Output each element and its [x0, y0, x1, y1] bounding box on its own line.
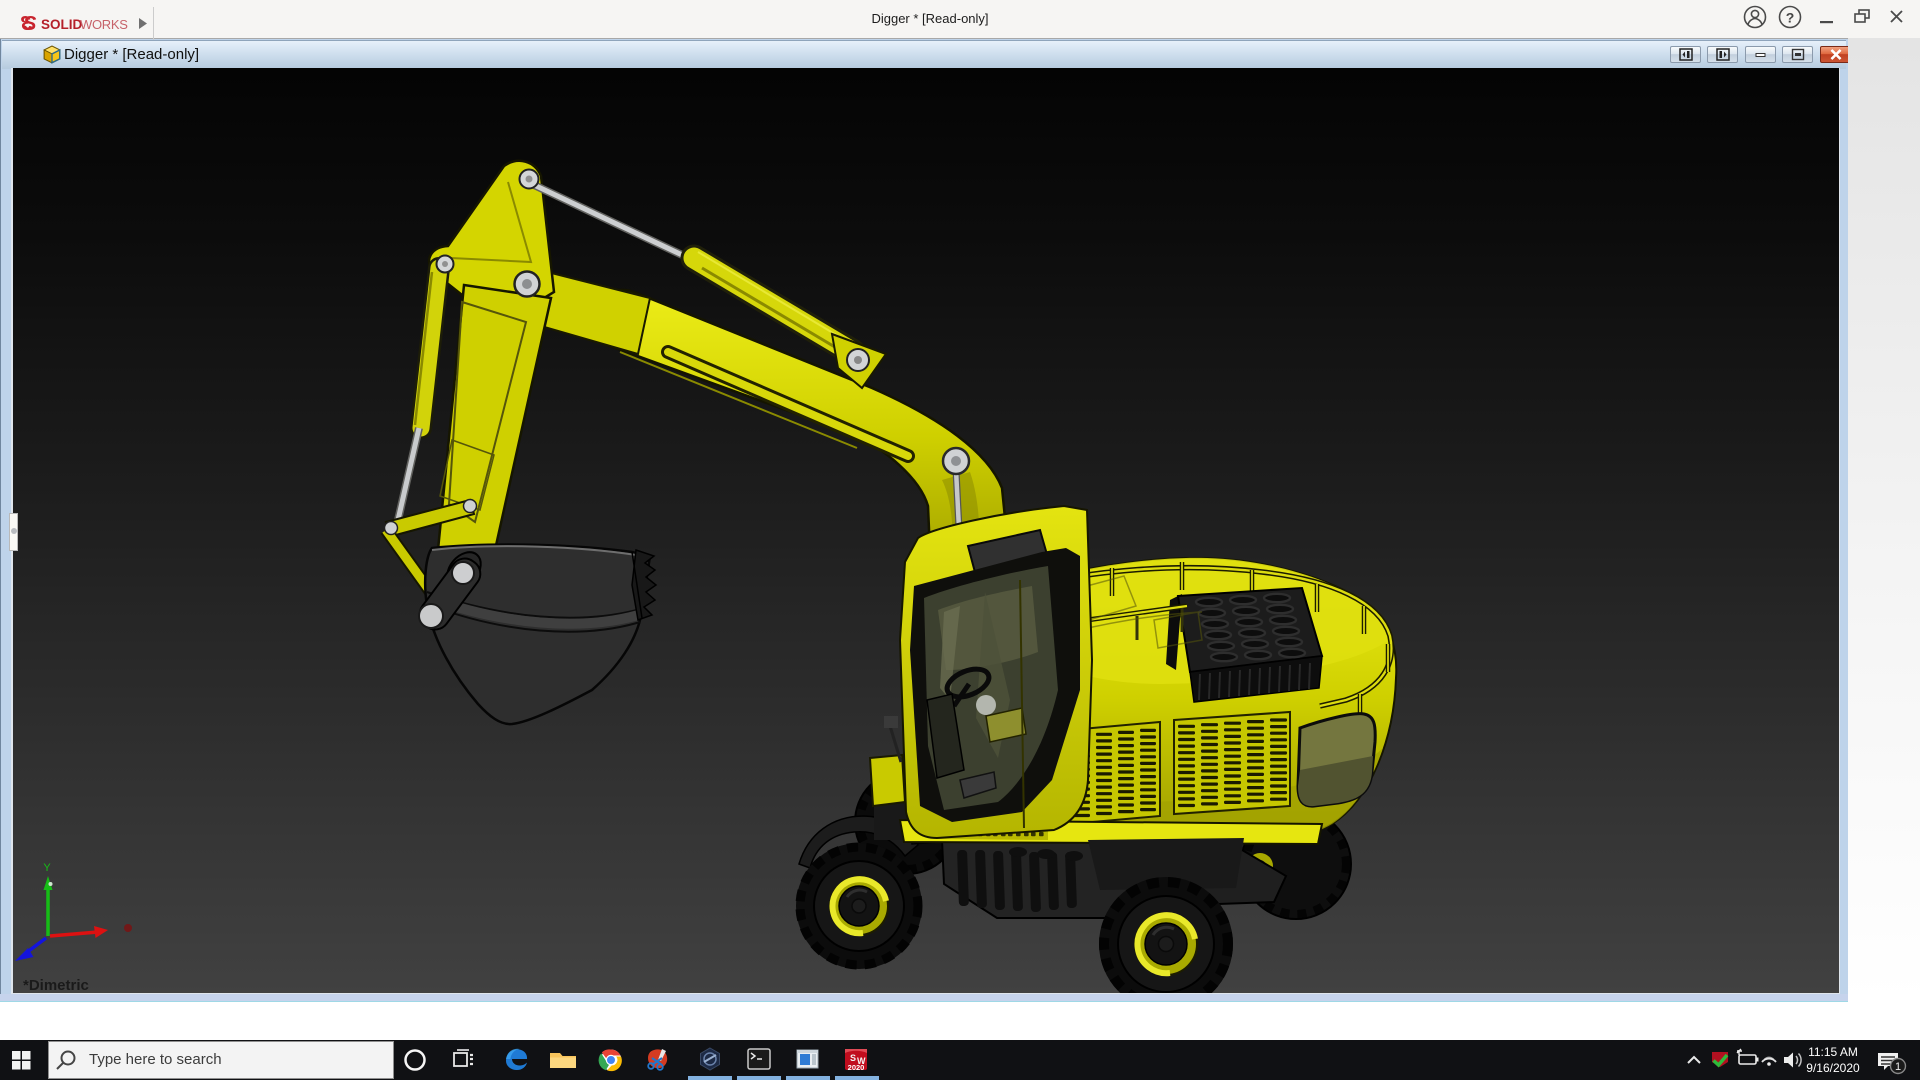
svg-text:S: S — [850, 1053, 856, 1063]
svg-text:Y: Y — [43, 862, 51, 874]
svg-text:1: 1 — [1895, 1061, 1901, 1073]
svg-text:*Dimetric: *Dimetric — [23, 977, 89, 993]
svg-text:2020: 2020 — [848, 1063, 865, 1072]
